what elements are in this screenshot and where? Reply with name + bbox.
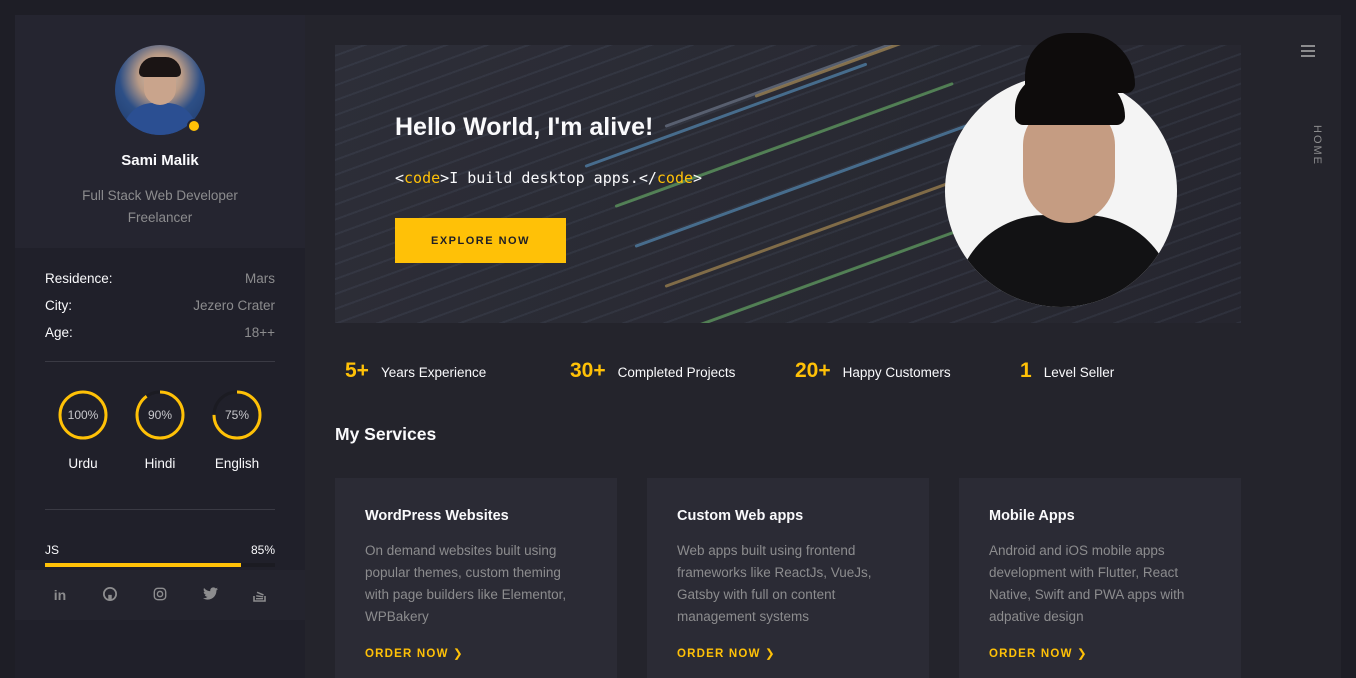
progress-ring: 100% [58,390,108,440]
service-card-webapps: Custom Web apps Web apps built using fro… [647,478,929,678]
service-description: Web apps built using frontend frameworks… [677,543,872,624]
service-card-wordpress: WordPress Websites On demand websites bu… [335,478,617,678]
app-frame: Sami Malik Full Stack Web Developer Free… [15,15,1341,678]
online-status-dot [187,119,201,133]
stat-label: Happy Customers [842,365,951,380]
skill-track [45,563,275,567]
ring-percent: 90% [147,408,173,422]
chevron-right-icon: ❯ [1077,648,1088,660]
skill-header: JS 85% [45,543,275,557]
linkedin-icon[interactable]: in [48,587,72,603]
language-hindi: 90% Hindi [122,390,198,471]
order-now-link[interactable]: ORDER NOW ❯ [989,646,1088,660]
service-description: On demand websites built using popular t… [365,543,567,624]
hero-tagline: I build desktop apps. [449,169,639,187]
nav-home[interactable]: HOME [1293,125,1323,166]
ring-percent: 75% [224,408,250,422]
order-now-link[interactable]: ORDER NOW ❯ [677,646,776,660]
language-name: Urdu [68,456,98,471]
stat-item: 5+ Years Experience [345,359,570,383]
divider [45,361,275,362]
stackoverflow-icon[interactable] [248,586,272,605]
stat-label: Years Experience [380,365,487,380]
personal-info: Residence: Mars City: Jezero Crater Age:… [45,271,275,352]
stat-number: 20+ [795,359,831,382]
language-skills: 100% Urdu 90% Hindi 75% English [45,390,275,471]
info-value: 18++ [244,325,275,340]
role-line: Freelancer [127,210,193,225]
explore-now-button[interactable]: EXPLORE NOW [395,218,566,263]
info-value: Jezero Crater [193,298,275,313]
language-name: English [214,456,260,471]
language-urdu: 100% Urdu [45,390,121,471]
info-key: City: [45,298,72,313]
sidebar: Sami Malik Full Stack Web Developer Free… [15,15,305,678]
info-key: Age: [45,325,73,340]
avatar [115,45,205,135]
stat-item: 30+ Completed Projects [570,359,795,383]
right-nav: HOME [1271,15,1341,678]
code-tag: code [656,169,694,187]
social-links: in [15,570,305,620]
skill-name: JS [45,543,60,557]
hero-subtitle: <code>I build desktop apps.</code> [395,169,703,187]
profile-role: Full Stack Web Developer Freelancer [15,185,305,229]
chevron-right-icon: ❯ [765,648,776,660]
stat-item: 1 Level Seller [1020,359,1245,383]
skill-percent: 85% [250,543,275,557]
profile-name: Sami Malik [121,152,199,169]
info-value: Mars [245,271,275,286]
hamburger-menu-icon[interactable] [1301,45,1315,57]
service-title: Mobile Apps [989,508,1075,524]
stat-label: Completed Projects [617,365,736,380]
stat-number: 1 [1020,359,1032,382]
skill-fill [45,563,241,567]
services-list: WordPress Websites On demand websites bu… [335,478,1241,678]
progress-ring: 90% [135,390,185,440]
info-row-residence: Residence: Mars [45,271,275,298]
stat-number: 5+ [345,359,369,382]
service-title: Custom Web apps [677,508,804,524]
service-title: WordPress Websites [365,508,509,524]
info-row-age: Age: 18++ [45,325,275,352]
services-heading: My Services [335,424,437,444]
progress-ring: 75% [212,390,262,440]
role-line: Full Stack Web Developer [82,188,238,203]
twitter-icon[interactable] [198,587,222,603]
info-key: Residence: [45,271,113,286]
github-icon[interactable] [98,586,122,604]
portrait-hair [1025,33,1135,93]
chevron-right-icon: ❯ [453,648,464,660]
service-card-mobile: Mobile Apps Android and iOS mobile apps … [959,478,1241,678]
stat-number: 30+ [570,359,606,382]
language-english: 75% English [199,390,275,471]
divider [45,509,275,510]
language-name: Hindi [144,456,176,471]
stat-label: Level Seller [1043,365,1115,380]
code-tag: code [404,169,441,187]
info-row-city: City: Jezero Crater [45,298,275,325]
profile-card: Sami Malik Full Stack Web Developer Free… [15,15,305,248]
stat-item: 20+ Happy Customers [795,359,1020,383]
skill-js: JS 85% [45,543,275,567]
order-now-link[interactable]: ORDER NOW ❯ [365,646,464,660]
stats-bar: 5+ Years Experience 30+ Completed Projec… [345,359,1245,383]
ring-percent: 100% [67,408,99,422]
instagram-icon[interactable] [148,587,172,604]
hero-portrait [945,75,1177,307]
service-description: Android and iOS mobile apps development … [989,543,1185,624]
hero-title: Hello World, I'm alive! [395,113,654,141]
